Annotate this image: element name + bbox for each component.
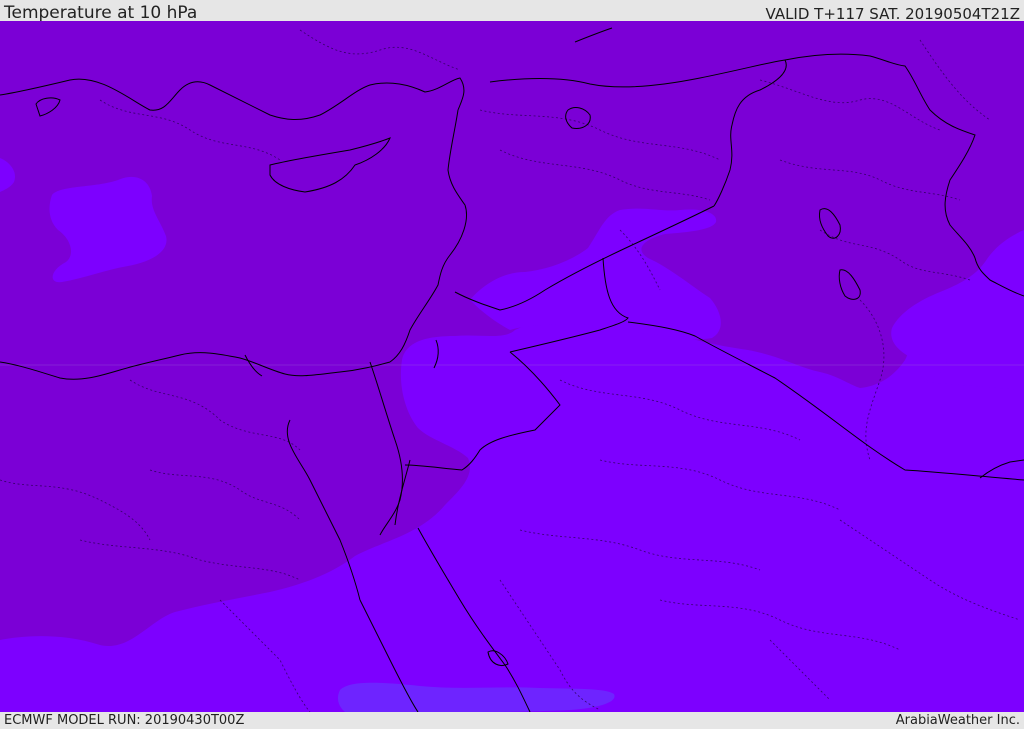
header-bar: Temperature at 10 hPa VALID T+117 SAT. 2… [0, 0, 1024, 23]
map-figure: Temperature at 10 hPa VALID T+117 SAT. 2… [0, 0, 1024, 729]
map-title: Temperature at 10 hPa [4, 3, 198, 23]
model-run-label: ECMWF MODEL RUN: 20190430T00Z [4, 713, 245, 728]
credit-label: ArabiaWeather Inc. [895, 713, 1020, 728]
footer-bar: ECMWF MODEL RUN: 20190430T00Z ArabiaWeat… [0, 712, 1024, 729]
map-canvas [0, 21, 1024, 712]
